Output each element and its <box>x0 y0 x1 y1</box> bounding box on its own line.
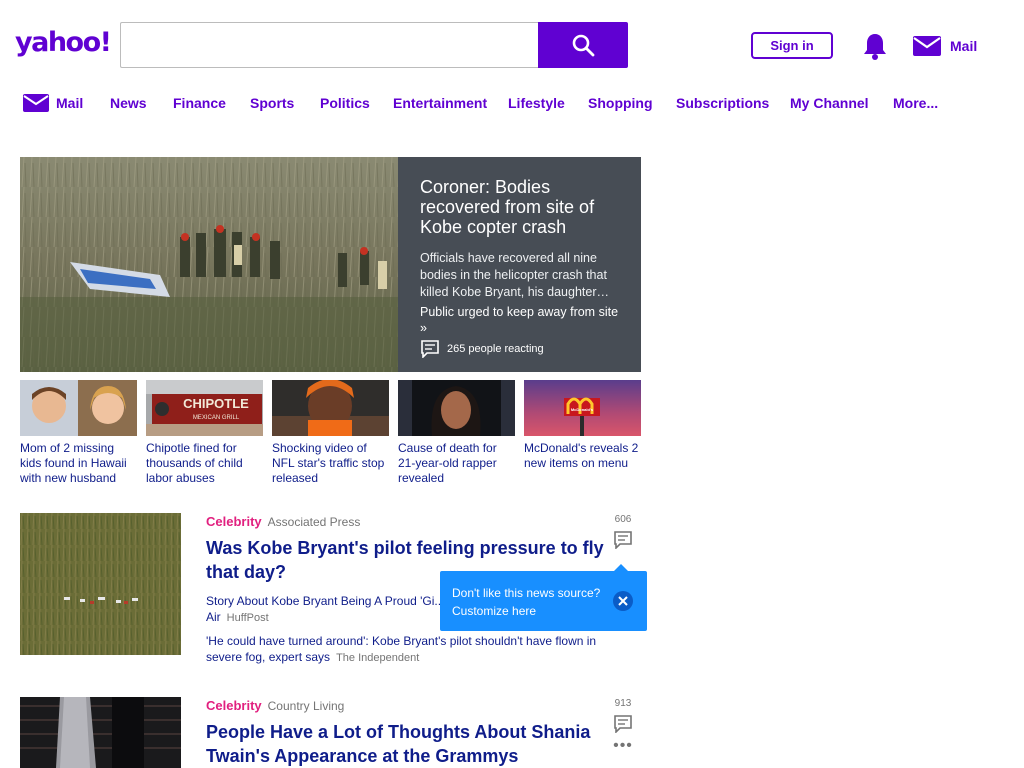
search-input[interactable] <box>120 22 540 68</box>
comment-column[interactable]: 913 ••• <box>605 697 641 754</box>
search-icon <box>572 34 595 57</box>
mcdonalds-sign-text: McDonald's <box>571 407 594 412</box>
sign-in-button[interactable]: Sign in <box>751 32 833 59</box>
nav-item-mail[interactable]: Mail <box>23 92 83 114</box>
thumb-caption[interactable]: Cause of death for 21-year-old rapper re… <box>398 441 515 486</box>
thumb-image[interactable] <box>272 380 389 436</box>
thumb-item[interactable]: McDonald's McDonald's reveals 2 new item… <box>524 380 641 471</box>
thumb-item[interactable]: Shocking video of NFL star's traffic sto… <box>272 380 389 486</box>
header-mail-label: Mail <box>950 38 978 54</box>
search-button[interactable] <box>538 22 628 68</box>
thumb-item[interactable]: Cause of death for 21-year-old rapper re… <box>398 380 515 486</box>
thumb-caption[interactable]: Mom of 2 missing kids found in Hawaii wi… <box>20 441 137 486</box>
trending-thumbnails: Mom of 2 missing kids found in Hawaii wi… <box>20 380 641 490</box>
source-label: Associated Press <box>267 515 361 529</box>
thumb-item[interactable]: CHIPOTLE MEXICAN GRILL Chipotle fined fo… <box>146 380 263 486</box>
nav-item-my-channel[interactable]: My Channel <box>790 92 869 114</box>
thumb-caption[interactable]: Chipotle fined for thousands of child la… <box>146 441 263 486</box>
nav-item-subscriptions[interactable]: Subscriptions <box>676 92 769 114</box>
nav-item-sports[interactable]: Sports <box>250 92 294 114</box>
stream-item[interactable]: Celebrity Country Living People Have a Lo… <box>20 697 641 768</box>
hero-summary: Officials have recovered all nine bodies… <box>420 251 609 299</box>
comment-column[interactable]: 606 <box>605 513 641 549</box>
notifications-bell-icon[interactable] <box>862 32 888 60</box>
stream-body: Celebrity Country Living People Have a Lo… <box>206 697 606 768</box>
source-label: Country Living <box>267 699 345 713</box>
related-source: HuffPost <box>226 612 269 624</box>
hero-image[interactable] <box>20 157 398 372</box>
hero-story[interactable]: Coroner: Bodies recovered from site of K… <box>20 157 641 372</box>
comment-icon <box>421 340 439 358</box>
mail-icon <box>913 36 941 56</box>
stream-title[interactable]: People Have a Lot of Thoughts About Shan… <box>206 720 606 768</box>
header-mail-link[interactable]: Mail <box>913 34 977 58</box>
thumb-image[interactable]: CHIPOTLE MEXICAN GRILL <box>146 380 263 436</box>
hero-reactions-count: 265 people reacting <box>447 343 544 355</box>
nav-item-finance[interactable]: Finance <box>173 92 226 114</box>
stream-image[interactable] <box>20 697 181 768</box>
comment-count: 606 <box>614 514 632 525</box>
thumb-image[interactable] <box>398 380 515 436</box>
more-options-icon[interactable]: ••• <box>605 738 641 754</box>
chipotle-sign-text: CHIPOTLE <box>183 396 249 411</box>
hero-title[interactable]: Coroner: Bodies recovered from site of K… <box>420 177 619 237</box>
thumb-caption[interactable]: McDonald's reveals 2 new items on menu <box>524 441 641 471</box>
main-nav: Mail News Finance Sports Politics Entert… <box>0 90 1024 116</box>
nav-item-lifestyle[interactable]: Lifestyle <box>508 92 565 114</box>
nav-item-more[interactable]: More... <box>893 92 938 114</box>
comment-count: 913 <box>614 698 632 709</box>
nav-item-label: Mail <box>56 95 84 111</box>
thumb-caption[interactable]: Shocking video of NFL star's traffic sto… <box>272 441 389 486</box>
hero-reactions[interactable]: 265 people reacting <box>420 340 544 358</box>
tooltip-text[interactable]: Don't like this news source? Customize h… <box>452 584 612 620</box>
nav-item-news[interactable]: News <box>110 92 147 114</box>
related-source: The Independent <box>336 652 420 664</box>
header: yahoo! Sign in Mail <box>0 0 1024 90</box>
thumb-image[interactable] <box>20 380 137 436</box>
chipotle-sign-subtext: MEXICAN GRILL <box>193 415 240 421</box>
hero-related-link[interactable]: Public urged to keep away from site » <box>420 304 619 336</box>
category-label[interactable]: Celebrity <box>206 514 262 529</box>
nav-item-entertainment[interactable]: Entertainment <box>393 92 487 114</box>
mail-icon <box>23 94 49 112</box>
comment-icon[interactable] <box>605 715 641 733</box>
stream-meta: Celebrity Associated Press <box>206 513 606 531</box>
customize-tooltip[interactable]: Don't like this news source? Customize h… <box>440 564 647 631</box>
thumb-image[interactable]: McDonald's <box>524 380 641 436</box>
hero-panel: Coroner: Bodies recovered from site of K… <box>398 157 641 372</box>
yahoo-logo[interactable]: yahoo! <box>15 27 112 59</box>
thumb-item[interactable]: Mom of 2 missing kids found in Hawaii wi… <box>20 380 137 486</box>
related-link[interactable]: 'He could have turned around': Kobe Brya… <box>206 633 606 666</box>
nav-item-shopping[interactable]: Shopping <box>588 92 653 114</box>
stream-meta: Celebrity Country Living <box>206 697 606 715</box>
category-label[interactable]: Celebrity <box>206 698 262 713</box>
close-icon[interactable] <box>613 591 633 611</box>
stream-image[interactable] <box>20 513 181 655</box>
nav-item-politics[interactable]: Politics <box>320 92 370 114</box>
comment-icon[interactable] <box>605 531 641 549</box>
